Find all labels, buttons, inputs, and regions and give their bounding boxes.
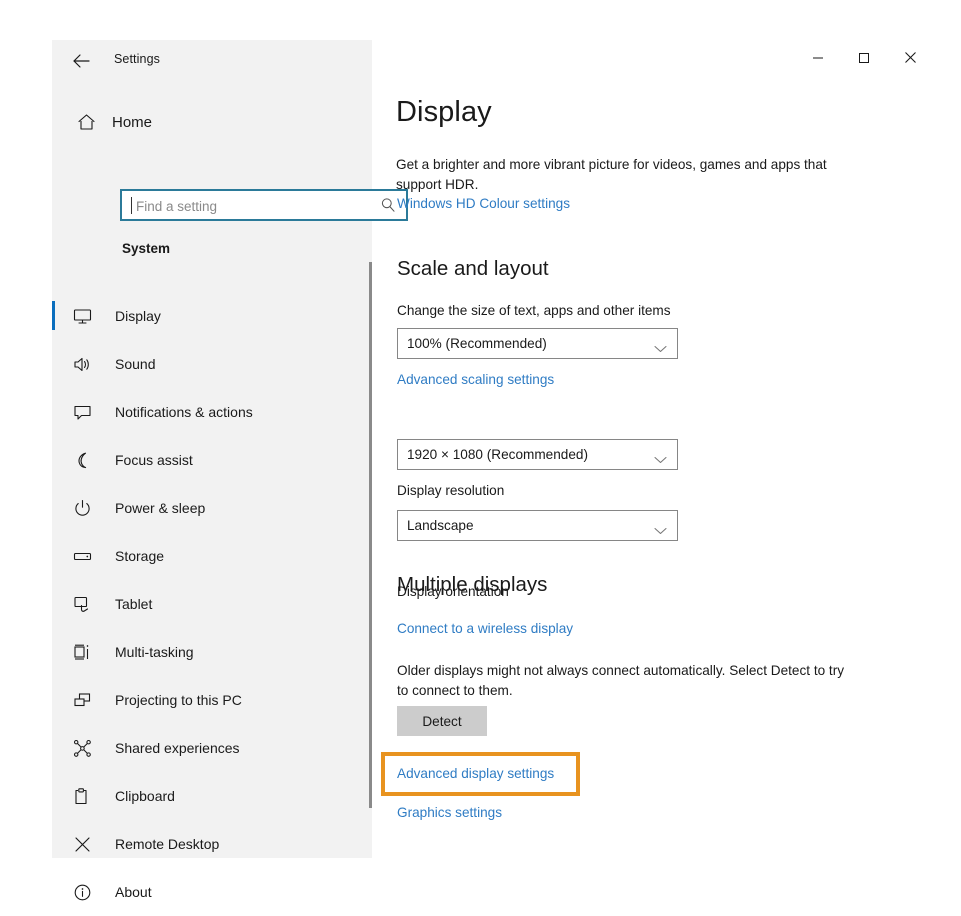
home-label: Home <box>112 113 153 131</box>
search-box[interactable] <box>120 189 408 221</box>
sidebar-item-about[interactable]: About <box>52 868 372 916</box>
sidebar-item-projecting[interactable]: Projecting to this PC <box>52 676 372 724</box>
chevron-down-icon <box>654 522 667 540</box>
search-caret <box>131 197 132 214</box>
sidebar-item-label: Display <box>115 308 161 324</box>
selection-indicator <box>52 349 55 378</box>
selection-indicator <box>52 685 55 714</box>
scale-and-layout-heading: Scale and layout <box>397 257 549 280</box>
connect-wireless-display-link[interactable]: Connect to a wireless display <box>397 621 573 636</box>
close-icon <box>904 51 917 69</box>
orientation-dropdown-value: Landscape <box>407 518 474 533</box>
app-title: Settings <box>114 52 160 66</box>
orientation-dropdown[interactable]: Landscape <box>397 510 678 541</box>
graphics-settings-link[interactable]: Graphics settings <box>397 805 502 820</box>
minimize-icon <box>812 51 824 69</box>
remote-desktop-icon <box>67 835 97 854</box>
hdr-description: Get a brighter and more vibrant picture … <box>396 157 827 192</box>
sidebar-group-heading: System <box>122 241 171 256</box>
sidebar-item-clipboard[interactable]: Clipboard <box>52 772 372 820</box>
selection-indicator <box>52 301 55 330</box>
sidebar-item-label: Projecting to this PC <box>115 692 242 708</box>
project-icon <box>67 691 97 710</box>
selection-indicator <box>52 541 55 570</box>
back-button[interactable] <box>64 46 98 76</box>
sidebar: Settings Home System <box>52 40 408 900</box>
tablet-icon <box>67 595 97 614</box>
selection-indicator <box>52 589 55 618</box>
window-controls <box>795 44 933 76</box>
chevron-down-icon <box>654 340 667 358</box>
scale-dropdown[interactable]: 100% (Recommended) <box>397 328 678 359</box>
sidebar-item-label: Storage <box>115 548 165 564</box>
search-input[interactable] <box>134 191 378 221</box>
sidebar-item-storage[interactable]: Storage <box>52 532 372 580</box>
speaker-icon <box>67 355 97 374</box>
chevron-down-icon <box>654 451 667 469</box>
sidebar-titlebar: Settings <box>52 40 372 82</box>
notification-icon <box>67 403 97 422</box>
minimize-button[interactable] <box>795 44 841 76</box>
selection-indicator <box>52 493 55 522</box>
selection-indicator <box>52 637 55 666</box>
advanced-display-settings-link[interactable]: Advanced display settings <box>397 766 554 781</box>
info-icon <box>67 883 97 902</box>
detect-button[interactable]: Detect <box>397 706 487 736</box>
sidebar-item-power-sleep[interactable]: Power & sleep <box>52 484 372 532</box>
resolution-dropdown[interactable]: 1920 × 1080 (Recommended) <box>397 439 678 470</box>
multiple-displays-heading: Multiple displays <box>397 573 548 596</box>
sidebar-item-label: About <box>115 884 152 900</box>
resolution-label: Display resolution <box>397 483 505 498</box>
selection-indicator <box>52 829 55 858</box>
selection-indicator <box>52 445 55 474</box>
sidebar-item-home[interactable]: Home <box>52 102 372 142</box>
sidebar-item-label: Tablet <box>115 596 153 612</box>
power-icon <box>67 499 97 518</box>
sidebar-scrollbar[interactable] <box>369 262 372 808</box>
back-arrow-icon <box>72 54 90 68</box>
windows-hd-colour-settings-link[interactable]: Windows HD Colour settings <box>397 196 570 211</box>
main-content: Display Get a brighter and more vibrant … <box>381 95 916 820</box>
selection-indicator <box>52 877 55 906</box>
clipboard-icon <box>67 787 97 806</box>
home-icon <box>64 113 108 132</box>
multiple-displays-description: Older displays might not always connect … <box>397 663 845 698</box>
close-button[interactable] <box>887 44 933 76</box>
scale-dropdown-value: 100% (Recommended) <box>407 336 547 351</box>
multitask-icon <box>67 643 97 662</box>
monitor-icon <box>67 307 97 326</box>
storage-icon <box>67 547 97 566</box>
sidebar-item-label: Remote Desktop <box>115 836 220 852</box>
sidebar-item-sound[interactable]: Sound <box>52 340 372 388</box>
sidebar-item-notifications[interactable]: Notifications & actions <box>52 388 372 436</box>
selection-indicator <box>52 397 55 426</box>
sidebar-nav-list: Display Sound Notifications & actions Fo… <box>52 292 372 916</box>
sidebar-item-label: Shared experiences <box>115 740 240 756</box>
sidebar-item-remote-desktop[interactable]: Remote Desktop <box>52 820 372 868</box>
maximize-button[interactable] <box>841 44 887 76</box>
settings-window: Settings Home System <box>0 0 961 916</box>
advanced-scaling-settings-link[interactable]: Advanced scaling settings <box>397 372 554 387</box>
selection-indicator <box>52 781 55 810</box>
share-icon <box>67 739 97 758</box>
page-title: Display <box>396 96 492 128</box>
selection-indicator <box>52 733 55 762</box>
scale-label: Change the size of text, apps and other … <box>397 303 671 318</box>
sidebar-item-focus-assist[interactable]: Focus assist <box>52 436 372 484</box>
maximize-icon <box>858 51 870 69</box>
sidebar-item-label: Sound <box>115 356 156 372</box>
moon-icon <box>67 451 97 470</box>
sidebar-item-label: Notifications & actions <box>115 404 253 420</box>
sidebar-item-label: Clipboard <box>115 788 175 804</box>
resolution-dropdown-value: 1920 × 1080 (Recommended) <box>407 447 588 462</box>
sidebar-item-tablet[interactable]: Tablet <box>52 580 372 628</box>
sidebar-item-label: Multi-tasking <box>115 644 194 660</box>
sidebar-item-display[interactable]: Display <box>52 292 372 340</box>
sidebar-item-label: Power & sleep <box>115 500 206 516</box>
sidebar-item-shared-experiences[interactable]: Shared experiences <box>52 724 372 772</box>
sidebar-item-multitasking[interactable]: Multi-tasking <box>52 628 372 676</box>
search-icon[interactable] <box>380 197 396 213</box>
sidebar-item-label: Focus assist <box>115 452 193 468</box>
